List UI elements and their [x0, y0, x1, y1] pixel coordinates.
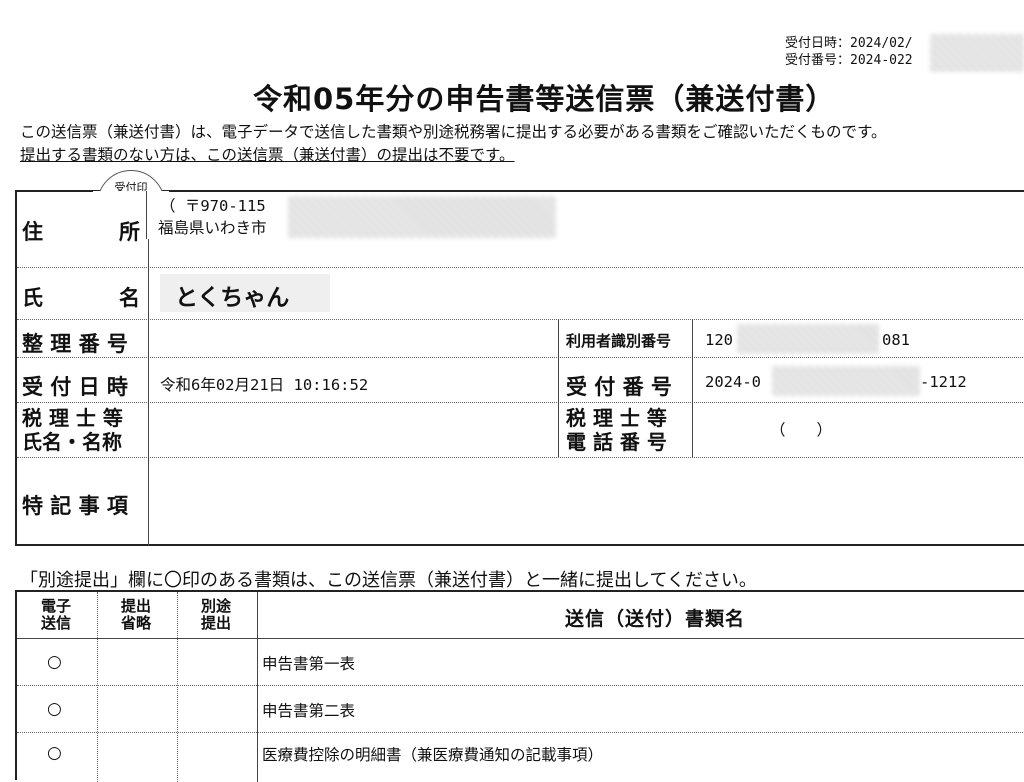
header-omitted-2: 省略: [120, 614, 151, 632]
row-divider: [17, 357, 1024, 358]
header-doc-name: 送信（送付）書類名: [565, 608, 746, 630]
header-omitted: 提出 省略: [97, 598, 175, 632]
receipt-datetime-meta: 受付日時：2024/02/: [785, 36, 913, 52]
receipt-datetime-value: 2024/02/: [850, 36, 913, 51]
header-omitted-1: 提出: [120, 597, 151, 615]
row-divider: [17, 267, 1024, 268]
redaction-mask: [930, 34, 1024, 72]
header-separate-2: 提出: [200, 614, 231, 632]
redaction-mask: [737, 324, 879, 354]
user-id-label: 利用者識別番号: [566, 332, 672, 350]
row-3-doc-name: 医療費控除の明細書（兼医療費通知の記載事項）: [262, 746, 604, 764]
col-divider: [146, 191, 147, 239]
postal-code: （ 〒970-115: [160, 197, 266, 215]
row-divider: [17, 457, 1024, 458]
redaction-mask: [288, 196, 556, 238]
row-divider: [17, 732, 1024, 733]
instruction-text: 「別途提出」欄に〇印のある書類は、この送信票（兼送付書）と一緒に提出してください…: [20, 570, 757, 591]
receipt-datetime-label: 受付日時：: [785, 36, 851, 51]
address-label-2: 所: [119, 220, 140, 244]
row-1-electronic-mark: ○: [47, 652, 62, 672]
notice-line-2: 提出する書類のない方は、この送信票（兼送付書）の提出は不要です。: [20, 146, 515, 164]
col-divider: [558, 319, 559, 457]
header-separate: 別途 提出: [177, 598, 255, 632]
col-divider: [692, 319, 693, 457]
name-label-2: 名: [119, 286, 140, 310]
name-value: とくちゃん: [175, 285, 290, 311]
tax-accountant-name-label-2: 氏名・名称: [22, 430, 122, 454]
col-divider: [148, 192, 149, 546]
row-divider: [17, 685, 1024, 686]
row-divider: [17, 402, 1024, 403]
name-label-1: 氏: [22, 286, 43, 310]
row-3-electronic-mark: ○: [47, 743, 62, 763]
header-electronic-2: 送信: [40, 614, 71, 632]
receipt-number-label: 受付番号：: [785, 53, 851, 68]
header-divider: [17, 638, 1024, 639]
receipt-no-suffix: -1212: [920, 373, 967, 391]
user-id-suffix: 081: [882, 331, 910, 349]
receipt-no-prefix: 2024-0: [705, 373, 761, 391]
row-divider: [17, 319, 1024, 320]
row-2-electronic-mark: ○: [47, 699, 62, 719]
redaction-mask: [772, 366, 920, 396]
received-datetime-label: 受 付 日 時: [22, 375, 128, 399]
row-1-doc-name: 申告書第一表: [262, 655, 356, 673]
tax-accountant-phone-label-2: 電 話 番 号: [566, 430, 667, 454]
special-notes-label: 特 記 事 項: [22, 494, 128, 518]
tax-accountant-name-label-1: 税 理 士 等: [22, 406, 123, 430]
address-value: 福島県いわき市: [158, 219, 267, 237]
page-title: 令和05年分の申告書等送信票（兼送付書）: [253, 82, 836, 116]
header-electronic: 電子 送信: [17, 598, 95, 632]
header-separate-1: 別途: [200, 597, 231, 615]
header-electronic-1: 電子: [40, 597, 71, 615]
receipt-no-label: 受 付 番 号: [566, 375, 672, 399]
col-divider: [257, 592, 258, 782]
row-2-doc-name: 申告書第二表: [262, 702, 356, 720]
tax-accountant-phone-label-1: 税 理 士 等: [566, 406, 667, 430]
table-top-border: [15, 190, 93, 192]
table-top-border: [169, 190, 1024, 192]
address-label-1: 住: [22, 220, 43, 244]
tax-accountant-phone-value: （ ）: [770, 421, 833, 439]
ref-number-label: 整 理 番 号: [22, 332, 128, 356]
receipt-number-value: 2024-022: [850, 53, 913, 68]
user-id-prefix: 120: [705, 331, 733, 349]
notice-line-1: この送信票（兼送付書）は、電子データで送信した書類や別途税務署に提出する必要があ…: [20, 123, 887, 141]
received-datetime-value: 令和6年02月21日 10:16:52: [160, 376, 369, 394]
receipt-number-meta: 受付番号：2024-022: [785, 53, 913, 69]
